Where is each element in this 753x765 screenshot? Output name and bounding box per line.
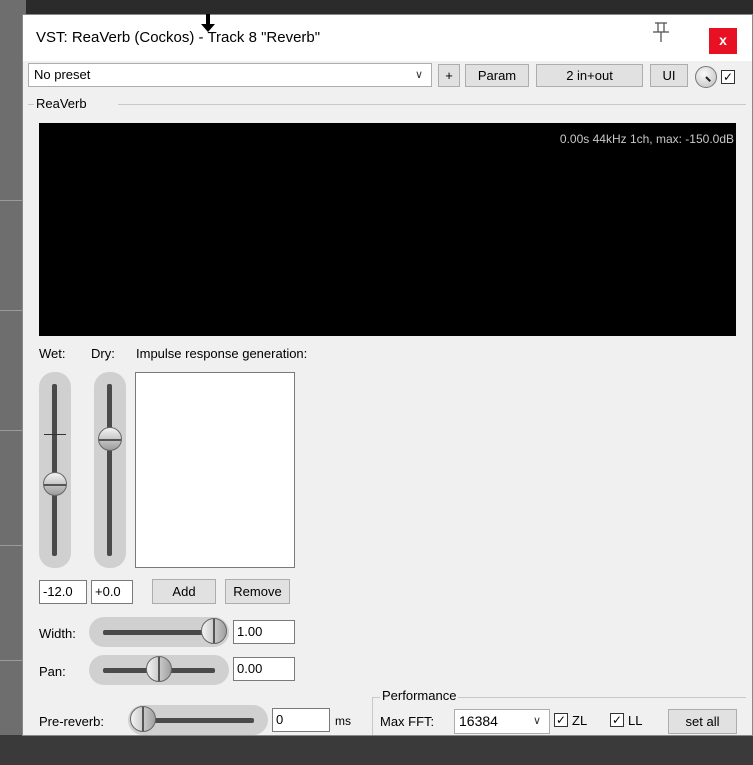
io-button[interactable]: 2 in+out <box>536 64 643 87</box>
prereverb-label: Pre-reverb: <box>39 714 105 729</box>
dry-label: Dry: <box>91 346 115 361</box>
prereverb-slider-thumb[interactable] <box>130 706 156 732</box>
set-all-button[interactable]: set all <box>668 709 737 734</box>
ui-button[interactable]: UI <box>650 64 688 87</box>
ir-display: 0.00s 44kHz 1ch, max: -150.0dB <box>39 123 736 336</box>
prereverb-unit: ms <box>335 714 351 728</box>
wet-label: Wet: <box>39 346 66 361</box>
preset-value: No preset <box>34 67 91 82</box>
pan-slider[interactable] <box>89 655 229 685</box>
chevron-down-icon: ∨ <box>532 715 541 727</box>
max-fft-dropdown[interactable]: 16384 ∨ <box>454 709 550 734</box>
display-info: 0.00s 44kHz 1ch, max: -150.0dB <box>559 132 734 146</box>
group-line <box>28 104 34 105</box>
width-slider[interactable] <box>89 617 229 647</box>
max-fft-value: 16384 <box>459 713 498 729</box>
wet-slider-thumb[interactable] <box>43 472 67 497</box>
window-title: VST: ReaVerb (Cockos) - Track 8 "Reverb" <box>36 29 321 46</box>
remove-button[interactable]: Remove <box>225 579 290 604</box>
close-button[interactable]: x <box>709 28 737 54</box>
cursor-arrow-icon <box>201 14 215 32</box>
param-button[interactable]: Param <box>465 64 529 87</box>
max-fft-label: Max FFT: <box>380 714 435 729</box>
bypass-checkbox[interactable]: ✓ <box>721 70 735 84</box>
width-label: Width: <box>39 626 76 641</box>
width-slider-thumb[interactable] <box>201 618 227 644</box>
zl-checkbox[interactable]: ✓ <box>554 713 568 727</box>
plugin-group-label: ReaVerb <box>36 96 87 111</box>
performance-group-label: Performance <box>380 688 459 703</box>
ll-label: LL <box>628 713 643 728</box>
prereverb-slider[interactable] <box>128 705 268 735</box>
wet-slider[interactable] <box>39 372 71 568</box>
wet-zero-mark <box>44 434 66 435</box>
wet-value-field[interactable]: -12.0 <box>39 580 87 604</box>
ir-generation-label: Impulse response generation: <box>136 346 308 361</box>
ir-generation-list[interactable] <box>135 372 295 568</box>
add-preset-button[interactable]: + <box>438 64 460 87</box>
width-value-field[interactable]: 1.00 <box>233 620 295 644</box>
preset-dropdown[interactable]: No preset ∨ <box>28 63 432 87</box>
pan-value-field[interactable]: 0.00 <box>233 657 295 681</box>
ll-checkbox[interactable]: ✓ <box>610 713 624 727</box>
pin-icon[interactable] <box>650 20 672 46</box>
dry-slider-thumb[interactable] <box>98 426 122 451</box>
dry-value-field[interactable]: +0.0 <box>91 580 133 604</box>
dry-slider[interactable] <box>94 372 126 568</box>
knob-icon[interactable] <box>695 66 717 88</box>
add-button[interactable]: Add <box>152 579 216 604</box>
group-line <box>118 104 746 105</box>
chevron-down-icon: ∨ <box>414 69 423 81</box>
host-background-bottom <box>0 735 753 765</box>
zl-label: ZL <box>572 713 588 728</box>
pan-slider-thumb[interactable] <box>146 656 172 682</box>
pan-label: Pan: <box>39 664 66 679</box>
prereverb-value-field[interactable]: 0 <box>272 708 330 732</box>
